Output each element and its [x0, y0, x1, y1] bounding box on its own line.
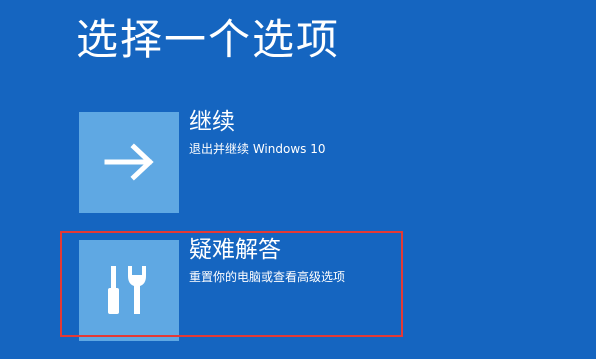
continue-label: 继续 [189, 109, 235, 135]
tools-icon [108, 266, 146, 314]
troubleshoot-label: 疑难解答 [189, 237, 281, 263]
arrow-right-icon [104, 143, 154, 181]
continue-description: 退出并继续 Windows 10 [189, 142, 326, 156]
continue-tile[interactable] [79, 112, 179, 213]
troubleshoot-description: 重置你的电脑或查看高级选项 [189, 270, 346, 284]
page-title: 选择一个选项 [76, 15, 341, 64]
troubleshoot-tile[interactable] [79, 240, 179, 341]
continue-option[interactable]: 继续 退出并继续 Windows 10 [79, 109, 499, 213]
troubleshoot-option[interactable]: 疑难解答 重置你的电脑或查看高级选项 [79, 237, 499, 341]
